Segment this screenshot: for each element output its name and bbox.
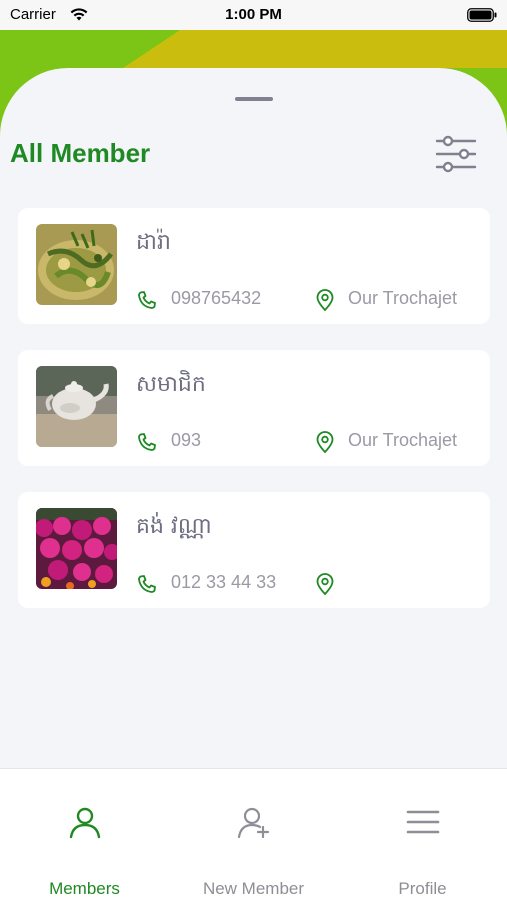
location-pin-icon <box>316 431 334 453</box>
location-pin-icon <box>316 289 334 311</box>
tab-profile-label: Profile <box>398 879 447 898</box>
phone-icon <box>138 575 156 593</box>
status-time: 1:00 PM <box>225 6 282 23</box>
member-photo-teapot <box>36 366 117 447</box>
member-phone: 012 33 44 33 <box>171 572 277 592</box>
location-pin-icon <box>316 573 334 595</box>
member-photo-food-bowl <box>36 224 117 305</box>
phone-icon <box>138 291 156 309</box>
member-card[interactable]: ដារ៉ា 098765432 Our Trochajet <box>18 208 490 324</box>
member-location: Our Trochajet <box>348 288 458 308</box>
member-phone: 098765432 <box>171 288 262 308</box>
member-name: សមាជិក <box>136 372 206 397</box>
page-title: All Member <box>10 138 151 168</box>
member-card[interactable]: គង់ វណ្ណា 012 33 44 33 <box>18 492 490 608</box>
phone-icon <box>138 433 156 451</box>
tab-members-label: Members <box>49 879 120 898</box>
member-phone: 093 <box>171 430 202 450</box>
status-bar: Carrier 1:00 PM <box>0 0 507 30</box>
member-name: គង់ វណ្ណា <box>136 514 212 539</box>
member-photo-flowers <box>36 508 117 589</box>
sheet-grabber-handle[interactable] <box>235 97 273 101</box>
battery-icon <box>467 8 497 22</box>
person-icon <box>69 807 101 839</box>
tab-new-member[interactable]: New Member <box>169 769 338 900</box>
menu-icon <box>406 810 440 834</box>
filter-sliders-icon[interactable] <box>434 134 478 174</box>
member-card[interactable]: សមាជិក 093 Our Trochajet <box>18 350 490 466</box>
tab-members[interactable]: Members <box>0 769 169 900</box>
person-add-icon <box>237 807 270 839</box>
tab-new-member-label: New Member <box>202 879 305 898</box>
tab-profile[interactable]: Profile <box>338 769 507 900</box>
bottom-tab-bar: Members New Member Profile <box>0 768 507 900</box>
member-name: ដារ៉ា <box>136 230 171 255</box>
member-location: Our Trochajet <box>348 430 458 450</box>
